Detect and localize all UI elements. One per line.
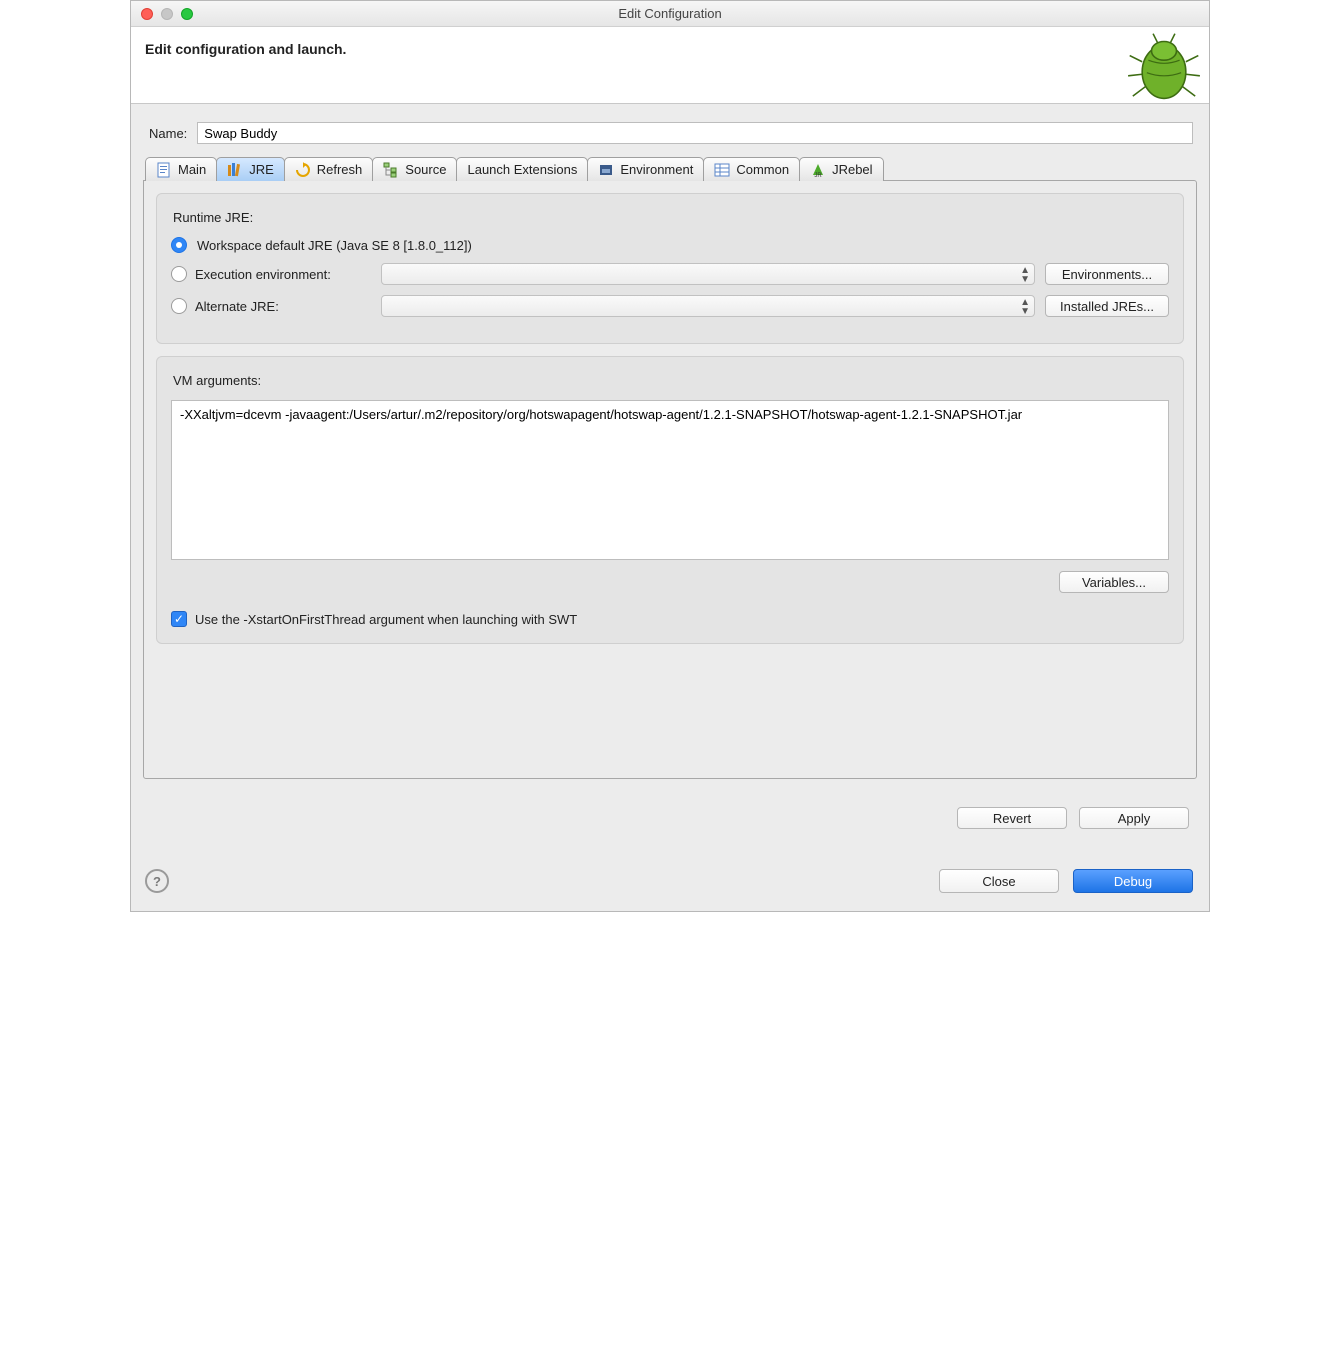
tab-common[interactable]: Common <box>703 157 800 181</box>
dialog-content: Name: Main JRE Refresh <box>131 104 1209 857</box>
name-input[interactable] <box>197 122 1193 144</box>
tab-label: Common <box>736 162 789 177</box>
alternate-jre-combo[interactable]: ▲▼ <box>381 295 1035 317</box>
radio-alternate-jre-label: Alternate JRE: <box>195 299 279 314</box>
radio-workspace-default[interactable] <box>171 237 187 253</box>
titlebar: Edit Configuration <box>131 1 1209 27</box>
edit-configuration-window: Edit Configuration Edit configuration an… <box>130 0 1210 912</box>
vm-arguments-textarea[interactable] <box>171 400 1169 560</box>
jrebel-icon: JR <box>810 162 826 178</box>
radio-execution-environment[interactable] <box>171 266 187 282</box>
banner: Edit configuration and launch. <box>131 27 1209 104</box>
vm-arguments-title: VM arguments: <box>173 373 1169 388</box>
swt-checkbox-row: ✓ Use the -XstartOnFirstThread argument … <box>171 611 1169 627</box>
table-icon <box>714 162 730 178</box>
revert-button[interactable]: Revert <box>957 807 1067 829</box>
jre-option-workspace-row: Workspace default JRE (Java SE 8 [1.8.0_… <box>171 237 1169 253</box>
variables-button[interactable]: Variables... <box>1059 571 1169 593</box>
tabbar: Main JRE Refresh Source L <box>145 156 1197 180</box>
jre-option-execenv-row: Execution environment: ▲▼ Environments..… <box>171 263 1169 285</box>
name-label: Name: <box>149 126 187 141</box>
tab-label: JRE <box>249 162 274 177</box>
svg-text:JR: JR <box>814 173 822 178</box>
name-row: Name: <box>143 116 1197 156</box>
runtime-jre-title: Runtime JRE: <box>173 210 1169 225</box>
bug-icon <box>1125 29 1203 107</box>
tab-main[interactable]: Main <box>145 157 217 181</box>
library-icon <box>227 162 243 178</box>
tab-launch-extensions[interactable]: Launch Extensions <box>456 157 588 181</box>
installed-jres-button[interactable]: Installed JREs... <box>1045 295 1169 317</box>
help-icon[interactable]: ? <box>145 869 169 893</box>
tab-jrebel[interactable]: JR JRebel <box>799 157 883 181</box>
tab-label: Main <box>178 162 206 177</box>
checkbox-xstart-on-first-thread[interactable]: ✓ <box>171 611 187 627</box>
panel-action-row: Revert Apply <box>143 779 1197 839</box>
apply-button[interactable]: Apply <box>1079 807 1189 829</box>
close-button[interactable]: Close <box>939 869 1059 893</box>
vm-arguments-group: VM arguments: Variables... ✓ Use the -Xs… <box>156 356 1184 644</box>
refresh-icon <box>295 162 311 178</box>
document-icon <box>156 162 172 178</box>
tab-label: Source <box>405 162 446 177</box>
banner-heading: Edit configuration and launch. <box>145 41 1193 57</box>
radio-workspace-default-label: Workspace default JRE (Java SE 8 [1.8.0_… <box>197 238 472 253</box>
tab-panel-jre: Runtime JRE: Workspace default JRE (Java… <box>143 180 1197 779</box>
environment-icon <box>598 162 614 178</box>
tab-label: JRebel <box>832 162 872 177</box>
tab-source[interactable]: Source <box>372 157 457 181</box>
tab-label: Launch Extensions <box>467 162 577 177</box>
runtime-jre-group: Runtime JRE: Workspace default JRE (Java… <box>156 193 1184 344</box>
window-title: Edit Configuration <box>131 6 1209 21</box>
radio-alternate-jre[interactable] <box>171 298 187 314</box>
tab-label: Environment <box>620 162 693 177</box>
tree-icon <box>383 162 399 178</box>
tab-refresh[interactable]: Refresh <box>284 157 374 181</box>
debug-button[interactable]: Debug <box>1073 869 1193 893</box>
tab-environment[interactable]: Environment <box>587 157 704 181</box>
chevron-updown-icon: ▲▼ <box>1020 298 1030 316</box>
dialog-footer: ? Close Debug <box>131 857 1209 911</box>
checkbox-xstart-label: Use the -XstartOnFirstThread argument wh… <box>195 612 577 627</box>
environments-button[interactable]: Environments... <box>1045 263 1169 285</box>
jre-option-alternate-row: Alternate JRE: ▲▼ Installed JREs... <box>171 295 1169 317</box>
radio-execution-environment-label: Execution environment: <box>195 267 331 282</box>
chevron-updown-icon: ▲▼ <box>1020 266 1030 284</box>
tab-label: Refresh <box>317 162 363 177</box>
tab-jre[interactable]: JRE <box>216 157 285 181</box>
execution-environment-combo[interactable]: ▲▼ <box>381 263 1035 285</box>
